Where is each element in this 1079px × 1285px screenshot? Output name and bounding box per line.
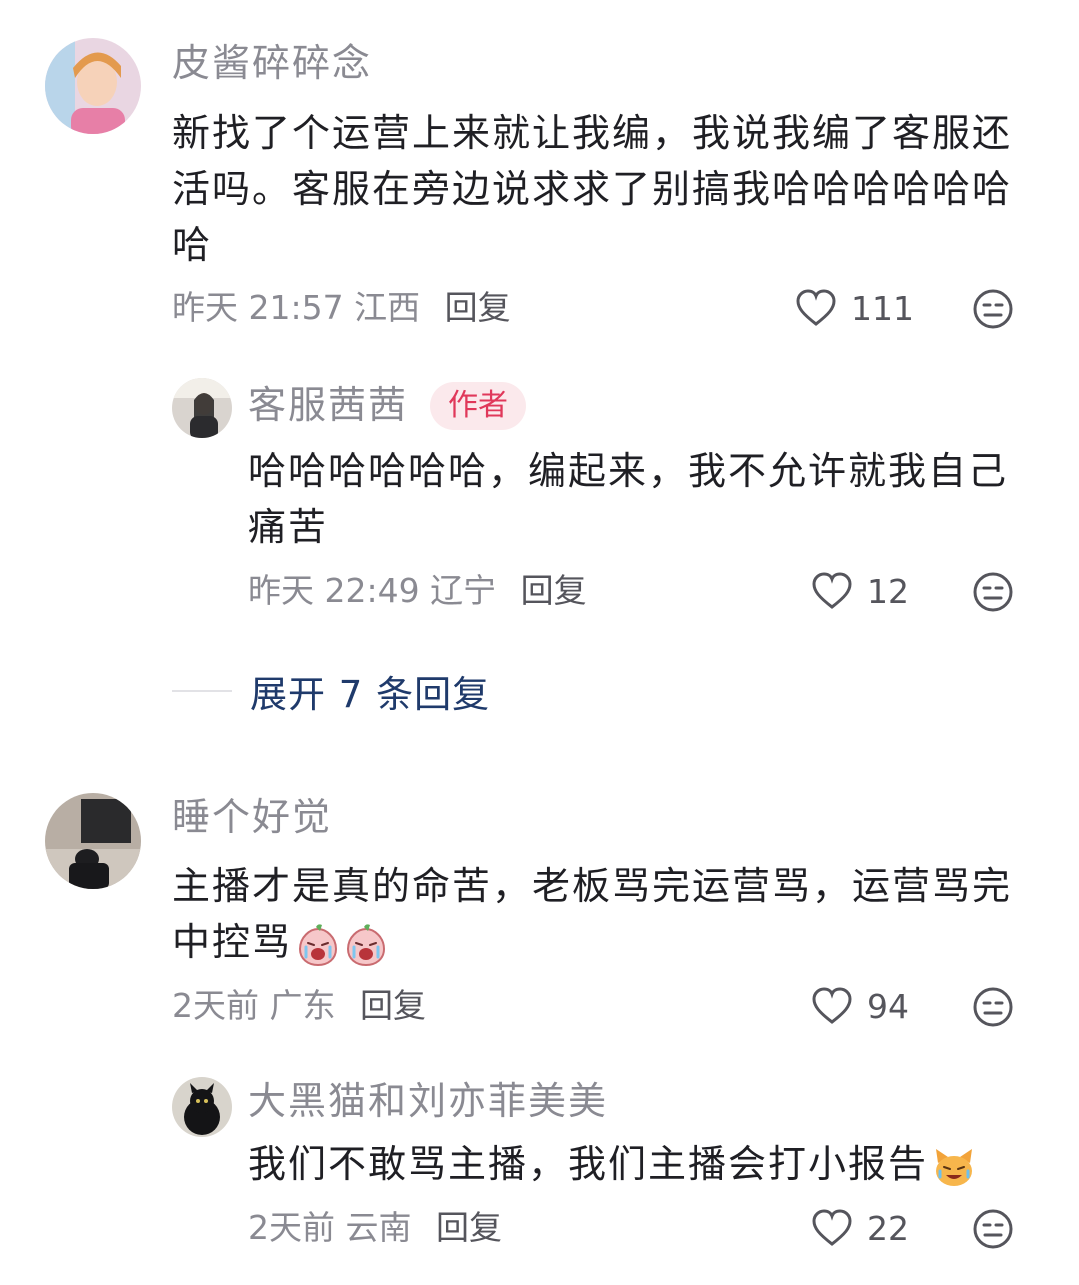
username[interactable]: 睡个好觉 bbox=[172, 798, 332, 836]
author-badge: 作者 bbox=[430, 382, 526, 430]
comment-meta: 昨天 21:57 江西 回复 bbox=[172, 291, 511, 324]
comment-text: 新找了个运营上来就让我编，我说我编了客服还活吗。客服在旁边说求求了别搞我哈哈哈哈… bbox=[172, 111, 1013, 267]
reply-button[interactable]: 回复 bbox=[360, 986, 426, 1025]
expand-replies[interactable]: 展开 7 条回复 bbox=[172, 664, 490, 718]
reply-meta: 昨天 22:49 辽宁 回复 bbox=[248, 574, 587, 607]
reply-button[interactable]: 回复 bbox=[436, 1208, 502, 1247]
like-count: 22 bbox=[867, 1208, 909, 1248]
reply-time: 昨天 22:49 bbox=[248, 571, 420, 610]
comment-location: 江西 bbox=[354, 288, 421, 327]
avatar[interactable] bbox=[172, 1077, 232, 1137]
reply-location: 云南 bbox=[345, 1208, 412, 1247]
reply-text: 我们不敢骂主播，我们主播会打小报告 bbox=[248, 1136, 1028, 1192]
avatar[interactable] bbox=[45, 793, 141, 889]
avatar[interactable] bbox=[172, 378, 232, 438]
neutral-face-icon[interactable] bbox=[972, 986, 1014, 1028]
like-button[interactable]: 94 bbox=[811, 987, 909, 1025]
laughing-cat-emoji bbox=[936, 1148, 973, 1186]
username[interactable]: 皮酱碎碎念 bbox=[172, 44, 372, 82]
like-button[interactable]: 12 bbox=[811, 572, 909, 610]
reply-text: 哈哈哈哈哈哈，编起来，我不允许就我自己痛苦 bbox=[248, 449, 1009, 549]
like-count: 12 bbox=[867, 571, 909, 611]
username[interactable]: 客服茜茜 bbox=[248, 386, 408, 424]
neutral-face-icon[interactable] bbox=[972, 571, 1014, 613]
reply-text-body: 我们不敢骂主播，我们主播会打小报告 bbox=[248, 1142, 929, 1186]
comment-text: 主播才是真的命苦，老板骂完运营骂，运营骂完中控骂 bbox=[172, 858, 1022, 970]
reply-location: 辽宁 bbox=[430, 571, 497, 610]
heart-outline-icon bbox=[812, 572, 852, 609]
comment-meta: 2天前 广东 回复 bbox=[172, 989, 426, 1022]
reply-meta: 2天前 云南 回复 bbox=[248, 1211, 502, 1244]
like-button[interactable]: 22 bbox=[811, 1209, 909, 1247]
divider bbox=[172, 690, 232, 692]
expand-replies-label[interactable]: 展开 7 条回复 bbox=[250, 664, 490, 718]
neutral-face-icon[interactable] bbox=[972, 288, 1014, 330]
like-button[interactable]: 111 bbox=[795, 289, 914, 327]
crying-peach-emoji bbox=[299, 923, 338, 966]
reply-button[interactable]: 回复 bbox=[521, 571, 587, 610]
comment-location: 广东 bbox=[269, 986, 336, 1025]
avatar[interactable] bbox=[45, 38, 141, 134]
reply-button[interactable]: 回复 bbox=[445, 288, 511, 327]
like-count: 111 bbox=[851, 288, 914, 328]
comment-time: 昨天 21:57 bbox=[172, 288, 344, 327]
heart-outline-icon bbox=[812, 987, 852, 1024]
heart-outline-icon bbox=[812, 1209, 852, 1246]
reply-time: 2天前 bbox=[248, 1208, 335, 1247]
heart-outline-icon bbox=[796, 289, 836, 326]
username[interactable]: 大黑猫和刘亦菲美美 bbox=[248, 1082, 608, 1120]
crying-peach-emoji bbox=[347, 923, 386, 966]
comment-time: 2天前 bbox=[172, 986, 259, 1025]
like-count: 94 bbox=[867, 986, 909, 1026]
neutral-face-icon[interactable] bbox=[972, 1208, 1014, 1250]
